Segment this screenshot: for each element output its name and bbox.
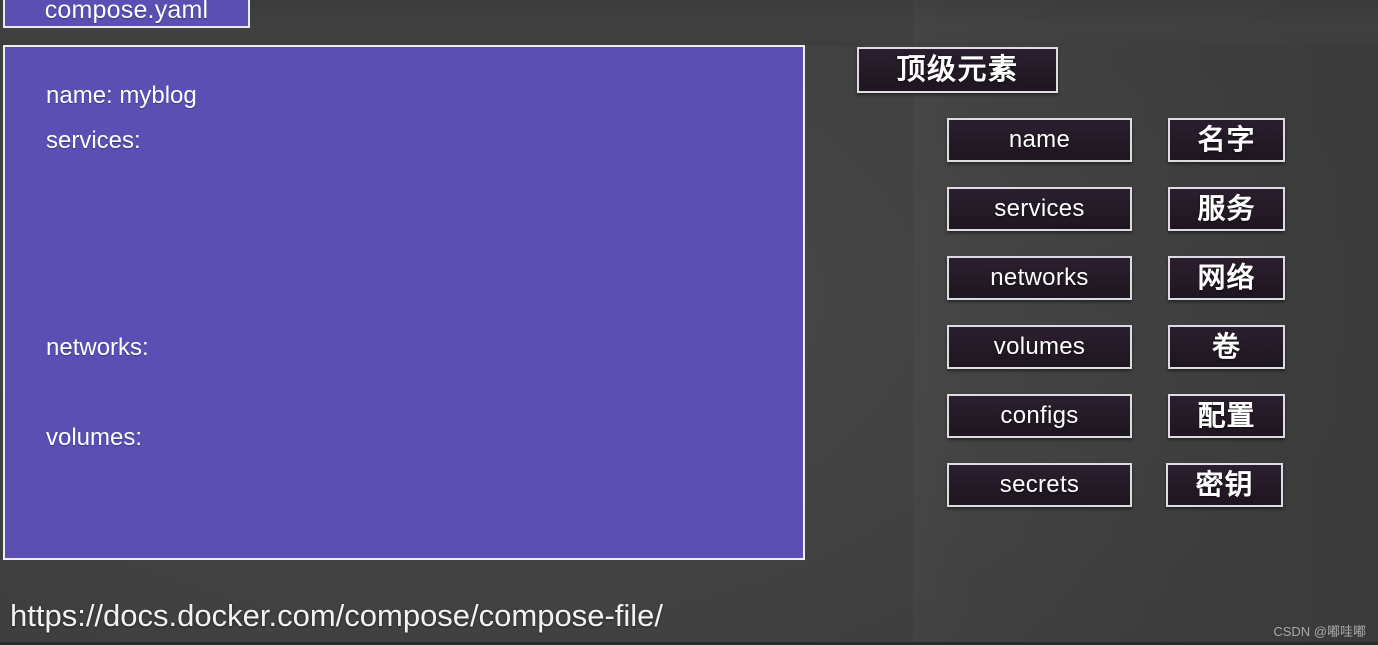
code-line: services: (46, 127, 141, 154)
element-translation-label-networks: 网络 (1197, 262, 1256, 293)
element-pill-label-configs: configs (1000, 402, 1079, 429)
element-pill-configs: configs (947, 394, 1132, 438)
element-pill-volumes: volumes (947, 325, 1132, 369)
heading-pill-label: 顶级元素 (896, 53, 1019, 86)
element-pill-label-secrets: secrets (999, 471, 1080, 498)
code-line: volumes: (46, 424, 143, 451)
slide-canvas: compose.yaml name: myblog services: networ… (0, 0, 1378, 645)
element-pill-label-volumes: volumes (993, 333, 1086, 360)
element-translation-label-secrets: 密钥 (1195, 469, 1254, 500)
csdn-watermark: CSDN @嘟哇嘟 (1273, 624, 1366, 639)
compose-file-code-panel: name: myblog services: networks: volumes: (3, 45, 805, 560)
element-pill-label-services: services (994, 195, 1085, 222)
element-pill-secrets: secrets (947, 463, 1132, 507)
code-line: name: myblog (46, 82, 197, 109)
element-translation-pill-services: 服务 (1168, 187, 1285, 231)
heading-pill-top-level-elements: 顶级元素 (857, 47, 1058, 93)
element-translation-label-configs: 配置 (1197, 400, 1256, 431)
element-translation-pill-networks: 网络 (1168, 256, 1285, 300)
element-pill-label-name: name (1008, 126, 1071, 153)
element-translation-label-name: 名字 (1197, 124, 1256, 155)
element-translation-pill-configs: 配置 (1168, 394, 1285, 438)
element-translation-pill-secrets: 密钥 (1166, 463, 1283, 507)
element-translation-pill-volumes: 卷 (1168, 325, 1285, 369)
code-line: networks: (46, 334, 149, 361)
element-pill-networks: networks (947, 256, 1132, 300)
docs-url-text: https://docs.docker.com/compose/compose-… (10, 598, 664, 633)
background-vertical-band (913, 0, 1378, 645)
element-pill-label-networks: networks (990, 264, 1089, 291)
file-tab-compose-yaml[interactable]: compose.yaml (3, 0, 250, 28)
element-translation-pill-name: 名字 (1168, 118, 1285, 162)
element-translation-label-services: 服务 (1197, 193, 1256, 224)
element-translation-label-volumes: 卷 (1211, 331, 1241, 362)
file-tab-label: compose.yaml (44, 0, 209, 24)
element-pill-services: services (947, 187, 1132, 231)
element-pill-name: name (947, 118, 1132, 162)
